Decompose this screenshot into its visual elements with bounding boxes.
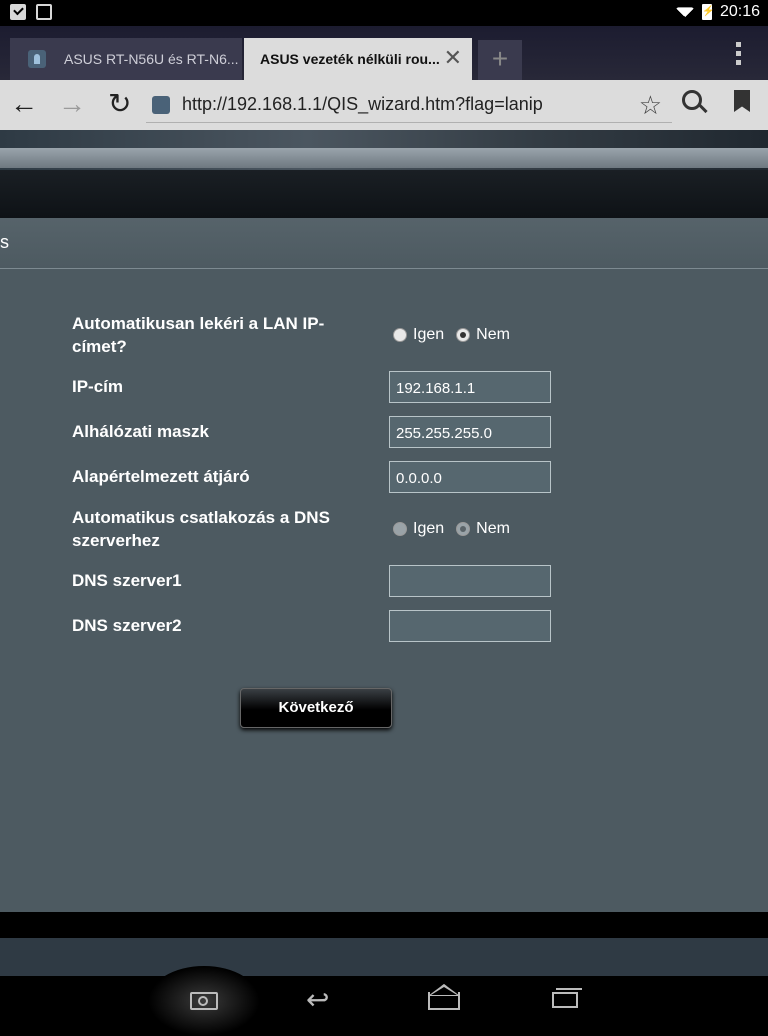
section-title: s	[0, 232, 9, 252]
status-time: 20:16	[719, 3, 760, 20]
site-favicon	[152, 96, 170, 114]
ip-address-label: IP-cím	[72, 377, 124, 396]
auto-dns-yes-radio[interactable]	[393, 522, 407, 536]
panel-header: s	[0, 218, 768, 269]
url-field[interactable]: http://192.168.1.1/QIS_wizard.htm?flag=l…	[146, 88, 672, 123]
subnet-mask-input[interactable]: 255.255.255.0	[389, 416, 551, 448]
auto-lan-ip-no-radio[interactable]	[456, 328, 471, 342]
status-bar: 20:16	[0, 0, 768, 26]
tab-title: ASUS RT-N56U és RT-N6...	[64, 51, 239, 67]
radio-label-no: Nem	[476, 520, 510, 537]
tab-asus-rt-n56u[interactable]: ASUS RT-N56U és RT-N6...	[10, 38, 242, 80]
dns2-input[interactable]	[389, 610, 551, 642]
dns1-input[interactable]	[389, 565, 551, 597]
radio-label-no: Nem	[476, 326, 510, 343]
radio-label-yes: Igen	[413, 326, 445, 343]
reload-icon[interactable]: ↻	[108, 90, 131, 118]
overflow-menu-icon[interactable]	[736, 42, 742, 69]
auto-dns-no-radio[interactable]	[456, 522, 471, 536]
close-tab-icon[interactable]: ✕	[444, 47, 462, 69]
screenshot-camera-icon[interactable]	[148, 966, 260, 1036]
wifi-icon	[676, 5, 694, 19]
next-button[interactable]: Következő	[240, 688, 392, 728]
page-footer	[0, 912, 768, 938]
subnet-mask-label: Alhálózati maszk	[72, 422, 209, 441]
status-notifications	[10, 4, 52, 20]
tab-strip: ASUS RT-N56U és RT-N6... ASUS vezeték né…	[0, 26, 768, 80]
new-tab-button[interactable]: +	[478, 40, 522, 80]
site-favicon	[28, 50, 46, 68]
status-indicators: 20:16	[676, 3, 760, 21]
check-icon	[10, 4, 26, 20]
dns2-label: DNS szerver2	[72, 616, 182, 635]
auto-dns-label: Automatikus csatlakozás a DNS szerverhez	[72, 508, 330, 550]
auto-lan-ip-yes-radio[interactable]	[393, 328, 407, 342]
radio-label-yes: Igen	[413, 520, 445, 537]
url-text[interactable]: http://192.168.1.1/QIS_wizard.htm?flag=l…	[182, 94, 543, 115]
bookmarks-icon[interactable]	[734, 90, 750, 112]
back-icon[interactable]: ←	[10, 90, 38, 118]
recent-apps-icon[interactable]	[546, 984, 586, 1016]
star-icon[interactable]: ☆	[639, 90, 662, 121]
default-gateway-label: Alapértelmezett átjáró	[72, 467, 250, 486]
home-icon[interactable]	[424, 984, 464, 1016]
router-banner	[0, 130, 768, 218]
image-icon	[36, 4, 52, 20]
ip-address-input[interactable]: 192.168.1.1	[389, 371, 551, 403]
page-footer-bar	[0, 938, 768, 976]
dns1-label: DNS szerver1	[72, 571, 182, 590]
auto-dns-radio-group: Igen Nem	[393, 520, 522, 538]
forward-icon[interactable]: →	[58, 90, 86, 118]
battery-charging-icon	[701, 4, 714, 20]
auto-lan-ip-radio-group: Igen Nem	[393, 326, 522, 344]
tab-asus-wireless-router[interactable]: ASUS vezeték nélküli rou... ✕	[244, 38, 472, 80]
tab-title: ASUS vezeték nélküli rou...	[260, 51, 440, 67]
search-icon[interactable]	[682, 90, 708, 114]
system-back-icon[interactable]: ↩	[306, 984, 346, 1016]
address-bar: ← → ↻ http://192.168.1.1/QIS_wizard.htm?…	[0, 80, 768, 130]
system-nav-bar: ↩	[0, 966, 768, 1036]
default-gateway-input[interactable]: 0.0.0.0	[389, 461, 551, 493]
wizard-panel: s Automatikusan lekéri a LAN IP-címet? I…	[0, 218, 768, 912]
auto-lan-ip-label: Automatikusan lekéri a LAN IP-címet?	[72, 314, 325, 356]
